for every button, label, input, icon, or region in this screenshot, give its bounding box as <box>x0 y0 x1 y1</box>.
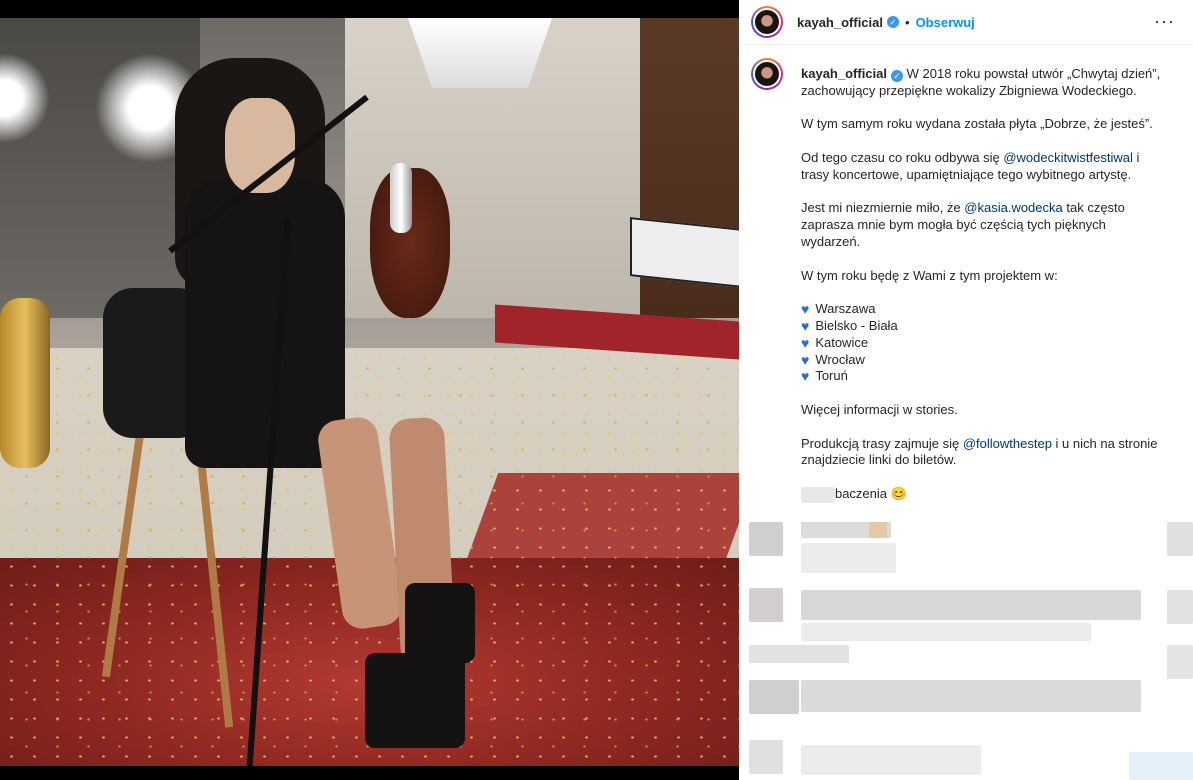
blurred-like-icon <box>1167 522 1193 556</box>
blurred-comment <box>801 680 1141 712</box>
verified-badge-icon: ✓ <box>887 16 899 28</box>
blurred-comment <box>801 543 896 573</box>
microphone <box>390 163 412 233</box>
city-item: ♥ Bielsko - Biała <box>801 317 898 334</box>
city-item: ♥ Warszawa <box>801 301 876 318</box>
blurred-comment-avatar <box>749 680 799 714</box>
avatar[interactable] <box>751 58 783 90</box>
blue-heart-icon: ♥ <box>801 317 810 334</box>
follow-button[interactable]: Obserwuj <box>916 15 975 30</box>
blurred-comment <box>801 590 1141 620</box>
smile-emoji-icon: 😊 <box>890 485 907 501</box>
blurred-comment-avatar <box>749 522 783 556</box>
post-sidebar: kayah_official ✓ • Obserwuj ··· kayah_of… <box>739 0 1193 780</box>
blurred-comment <box>801 623 1091 641</box>
caption-paragraph: W tym samym roku wydana została płyta „D… <box>801 116 1153 132</box>
blurred-comment-avatar <box>749 740 783 774</box>
post-photo[interactable] <box>0 0 739 780</box>
blurred-like-icon <box>1167 590 1193 624</box>
profile-photo <box>755 10 779 34</box>
city-list: ♥ Warszawa ♥ Bielsko - Biała ♥ Katowice ♥ Wr… <box>801 301 1161 385</box>
blurred-content <box>801 487 835 503</box>
mention-link[interactable]: @kasia.wodecka <box>964 200 1062 215</box>
blurred-like-icon <box>1167 645 1193 679</box>
blurred-comment <box>749 645 849 663</box>
studio-scene <box>0 18 739 766</box>
boot <box>405 583 475 663</box>
blurred-comment-avatar <box>749 588 783 622</box>
blue-heart-icon: ♥ <box>801 351 810 368</box>
caption-paragraph: Produkcją trasy zajmuje się @followthest… <box>801 435 1158 468</box>
caption-username[interactable]: kayah_official <box>801 66 887 81</box>
blurred-comment <box>869 522 887 538</box>
mention-link[interactable]: @followthestep <box>963 436 1052 451</box>
separator-dot: • <box>905 14 910 30</box>
city-item: ♥ Toruń <box>801 368 848 385</box>
verified-badge-icon: ✓ <box>891 70 903 82</box>
city-item: ♥ Wrocław <box>801 351 865 368</box>
more-options-icon[interactable]: ··· <box>1154 11 1175 32</box>
blue-heart-icon: ♥ <box>801 301 810 318</box>
caption-paragraph: W tym roku będę z Wami z tym projektem w… <box>801 267 1058 283</box>
caption: kayah_official ✓ W 2018 roku powstał utwó… <box>751 58 1177 503</box>
blurred-comment <box>801 745 981 775</box>
mention-link[interactable]: @wodeckitwistfestiwal <box>1003 150 1133 165</box>
avatar[interactable] <box>751 6 783 38</box>
caption-paragraph: Więcej informacji w stories. <box>801 401 958 417</box>
username-link[interactable]: kayah_official <box>797 15 883 30</box>
profile-photo <box>755 62 779 86</box>
blue-heart-icon: ♥ <box>801 334 810 351</box>
music-stand <box>630 217 739 288</box>
city-item: ♥ Katowice <box>801 334 869 351</box>
blurred-content <box>1129 752 1193 780</box>
boot <box>365 653 465 748</box>
saxophone <box>0 298 50 468</box>
caption-paragraph: Od tego czasu co roku odbywa się @wodeck… <box>801 149 1140 182</box>
caption-text: kayah_official ✓ W 2018 roku powstał utwó… <box>801 58 1161 503</box>
post-header: kayah_official ✓ • Obserwuj ··· <box>739 0 1193 45</box>
caption-paragraph: Do zobaczenia 😊 <box>801 485 907 501</box>
caption-paragraph: Jest mi niezmiernie miło, że @kasia.wode… <box>801 200 1125 249</box>
blue-heart-icon: ♥ <box>801 368 810 385</box>
